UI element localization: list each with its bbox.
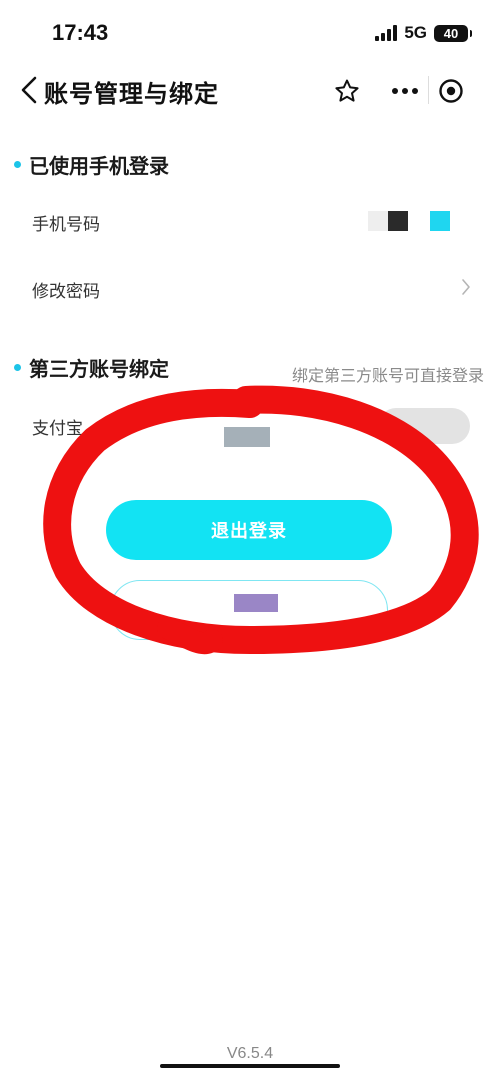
battery-level: 40 xyxy=(443,25,459,41)
home-indicator xyxy=(160,1064,340,1068)
redacted-block xyxy=(224,427,270,447)
status-bar: 17:43 5G 40 xyxy=(0,0,500,66)
nav-divider xyxy=(428,76,429,104)
back-button[interactable] xyxy=(14,72,44,108)
section-title: 已使用手机登录 xyxy=(29,154,169,178)
target-icon xyxy=(439,79,463,103)
page-title: 账号管理与绑定 xyxy=(44,80,219,108)
redacted-block xyxy=(388,211,408,231)
favorite-button[interactable] xyxy=(330,74,364,108)
redacted-block xyxy=(430,211,450,231)
redacted-block xyxy=(368,211,388,231)
star-icon xyxy=(335,79,359,102)
version-label: V6.5.4 xyxy=(226,1045,274,1062)
third-party-hint: 绑定第三方账号可直接登录 xyxy=(291,366,484,385)
third-party-section-header: 第三方账号绑定 xyxy=(14,353,169,382)
more-icon xyxy=(392,88,418,94)
phone-number-value xyxy=(368,211,450,231)
status-indicators: 5G 40 xyxy=(375,22,472,44)
redacted-block xyxy=(408,211,430,231)
logout-button[interactable]: 退出登录 xyxy=(106,500,392,560)
alipay-bind-toggle[interactable] xyxy=(378,408,470,444)
change-password-item[interactable]: 修改密码 xyxy=(32,277,100,302)
section-dot xyxy=(14,161,21,168)
signal-icon xyxy=(375,25,398,41)
alipay-label: 支付宝 xyxy=(32,419,83,439)
phone-number-label: 手机号码 xyxy=(32,215,100,235)
redacted-block xyxy=(234,594,278,612)
nav-bar: 账号管理与绑定 xyxy=(0,66,500,116)
back-icon xyxy=(21,76,37,104)
battery-icon: 40 xyxy=(434,24,472,42)
chevron-right-icon[interactable] xyxy=(460,276,472,298)
status-time: 17:43 xyxy=(52,20,109,45)
close-miniprogram-button[interactable] xyxy=(434,74,468,108)
section-title: 第三方账号绑定 xyxy=(29,357,169,381)
network-type: 5G xyxy=(404,23,427,42)
phone-section-header: 已使用手机登录 xyxy=(14,150,169,179)
section-dot xyxy=(14,364,21,371)
more-button[interactable] xyxy=(388,74,422,108)
